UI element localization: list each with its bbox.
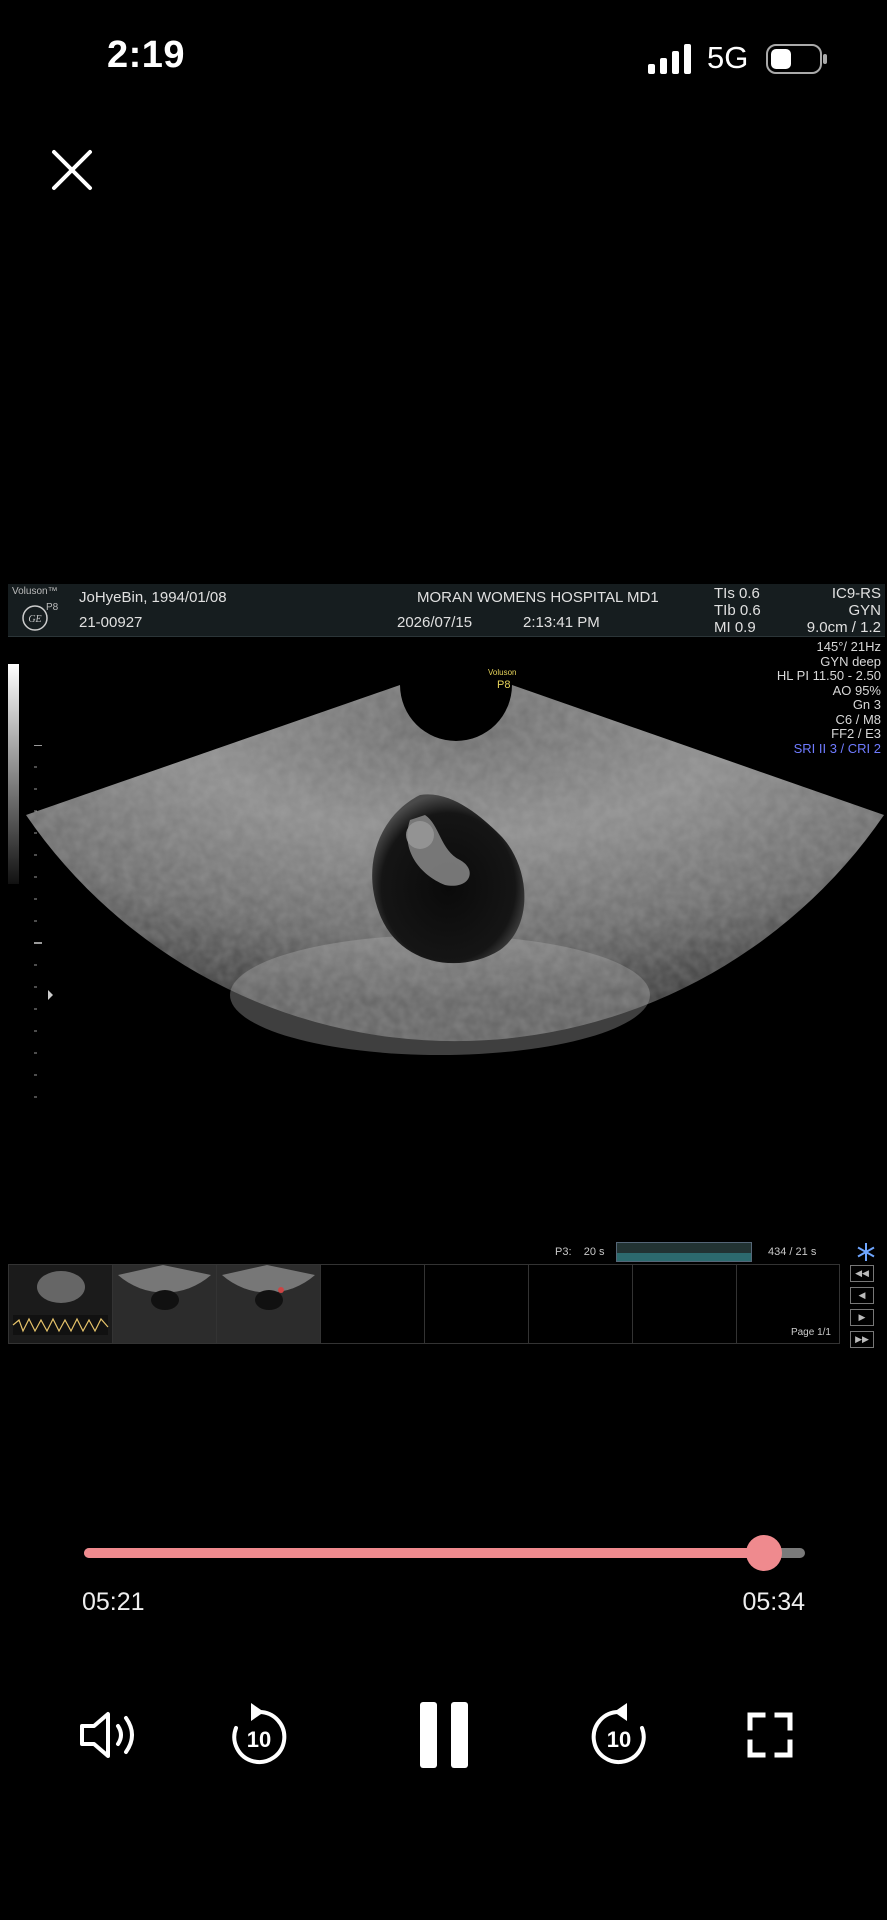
thumbnail-empty bbox=[529, 1265, 633, 1343]
thumbnail-nav: ◀◀ ◀ ▶ ▶▶ bbox=[850, 1265, 874, 1353]
thumbnail-scan-3[interactable] bbox=[217, 1265, 321, 1343]
fullscreen-icon[interactable] bbox=[735, 1700, 805, 1770]
total-time: 05:34 bbox=[742, 1588, 805, 1616]
progress-thumb[interactable] bbox=[745, 1535, 782, 1571]
cine-frames: 434 / 21 s bbox=[768, 1246, 817, 1258]
last-page-icon[interactable]: ▶▶ bbox=[850, 1331, 874, 1348]
mi-value: MI 0.9 bbox=[714, 619, 756, 636]
ge-logo-icon: GE bbox=[22, 605, 48, 631]
forward-10-icon[interactable]: 10 bbox=[584, 1700, 654, 1770]
hospital-name: MORAN WOMENS HOSPITAL MD1 bbox=[417, 589, 659, 606]
rewind-label: 10 bbox=[247, 1727, 271, 1752]
page-indicator: Page 1/1 bbox=[790, 1327, 831, 1338]
cine-duration: 20 s bbox=[583, 1246, 605, 1258]
status-bar: 2:19 5G bbox=[0, 0, 887, 120]
forward-label: 10 bbox=[607, 1727, 631, 1752]
app-name: GYN bbox=[848, 602, 881, 619]
thumbnail-empty bbox=[321, 1265, 425, 1343]
cine-prefix: P3: bbox=[555, 1246, 572, 1258]
brand-label: Voluson™ bbox=[12, 586, 58, 597]
progress-fill bbox=[84, 1548, 764, 1558]
ultrasound-header: Voluson™ P8 GE JoHyeBin, 1994/01/08 21-0… bbox=[8, 584, 885, 637]
center-logo-brand: Voluson bbox=[488, 668, 517, 677]
close-icon[interactable] bbox=[48, 146, 96, 194]
svg-text:GE: GE bbox=[28, 614, 41, 625]
clock: 2:19 bbox=[107, 34, 186, 76]
thumbnail-empty bbox=[425, 1265, 529, 1343]
rewind-10-icon[interactable]: 10 bbox=[224, 1700, 294, 1770]
thumbnail-empty bbox=[633, 1265, 737, 1343]
cine-fill bbox=[617, 1253, 751, 1261]
exam-time: 2:13:41 PM bbox=[523, 614, 600, 631]
param-line: 145°/ 21Hz bbox=[816, 639, 881, 654]
depth-value: 9.0cm / 1.2 bbox=[806, 619, 881, 636]
next-page-icon[interactable]: ▶ bbox=[850, 1309, 874, 1326]
volume-icon[interactable] bbox=[74, 1700, 144, 1770]
thumbnail-doppler[interactable] bbox=[9, 1265, 113, 1343]
ultrasound-sector-image bbox=[26, 685, 884, 1055]
param-line: HL PI 11.50 - 2.50 bbox=[776, 668, 881, 683]
patient-name: JoHyeBin, 1994/01/08 bbox=[79, 589, 227, 606]
depth-scale bbox=[34, 745, 53, 1098]
signal-icon bbox=[648, 44, 691, 74]
ultrasound-video[interactable]: Voluson™ P8 GE JoHyeBin, 1994/01/08 21-0… bbox=[0, 580, 887, 1350]
progress-bar[interactable] bbox=[84, 1535, 805, 1571]
thumbnail-scan-2[interactable] bbox=[113, 1265, 217, 1343]
battery-icon bbox=[766, 44, 827, 74]
probe-name: IC9-RS bbox=[831, 585, 881, 602]
thumbnail-strip: Page 1/1 bbox=[8, 1264, 840, 1344]
cine-bar bbox=[616, 1242, 752, 1262]
network-type: 5G bbox=[707, 40, 749, 75]
tib-value: TIb 0.6 bbox=[714, 602, 761, 619]
elapsed-time: 05:21 bbox=[82, 1588, 145, 1616]
cine-label: P3: 20 s bbox=[555, 1246, 605, 1258]
exam-date: 2026/07/15 bbox=[397, 614, 473, 631]
prev-page-icon[interactable]: ◀ bbox=[850, 1287, 874, 1304]
first-page-icon[interactable]: ◀◀ bbox=[850, 1265, 874, 1282]
snowflake-icon bbox=[857, 1243, 875, 1261]
pause-icon[interactable] bbox=[409, 1700, 479, 1770]
patient-id: 21-00927 bbox=[79, 614, 143, 631]
tis-value: TIs 0.6 bbox=[714, 585, 760, 602]
param-line: GYN deep bbox=[820, 653, 881, 669]
